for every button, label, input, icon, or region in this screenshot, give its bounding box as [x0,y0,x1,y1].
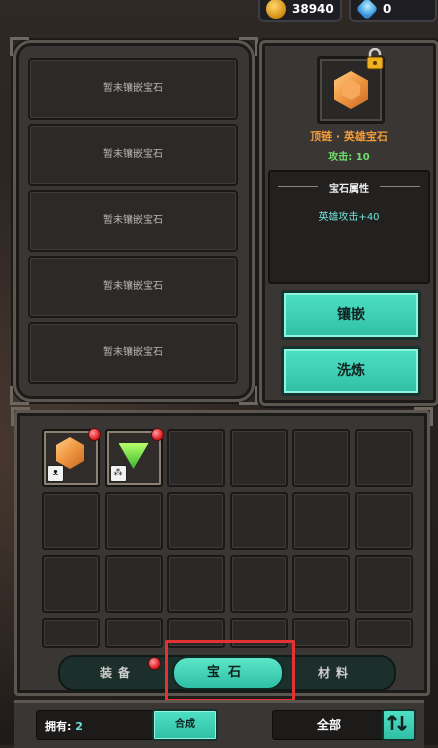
currency-bar: 38940 0 [0,0,438,24]
tab-materials[interactable]: 材料 [296,657,376,689]
inventory-slot[interactable] [42,618,100,648]
gem-stat: 攻击: 10 [328,152,370,163]
hero-badge-icon: ⁂ [109,465,127,482]
attribute-value: 英雄攻击+40 [318,212,380,223]
merge-button[interactable]: 合成 [152,709,218,741]
inventory-slot[interactable] [167,429,225,487]
notification-dot [148,657,161,670]
inventory-slot[interactable] [104,555,163,613]
attribute-title: 宝石属性 [329,184,369,195]
gold-amount: 38940 [292,2,334,16]
socket-label: 暂未镶嵌宝石 [103,83,163,94]
diamond-icon [355,0,379,21]
swap-icon [387,715,407,731]
gem-name: 顶链 · 英雄宝石 [310,130,388,143]
gold-counter[interactable]: 38940 [258,0,342,22]
refine-button[interactable]: 洗炼 [281,346,421,396]
panel-corner [239,386,258,405]
inventory-slot[interactable] [354,429,413,487]
new-item-dot [88,428,101,441]
gem-socket[interactable]: 暂未镶嵌宝石 [28,256,238,318]
gem-socket[interactable]: 暂未镶嵌宝石 [28,190,238,252]
inventory-slot[interactable] [42,492,100,550]
gem-socket[interactable]: 暂未镶嵌宝石 [28,124,238,186]
owned-value: 2 [75,720,83,733]
panel-corner [239,37,258,56]
gem-socket[interactable]: 暂未镶嵌宝石 [28,58,238,120]
inventory-slot[interactable] [354,492,413,550]
tutorial-highlight [165,640,295,702]
lock-icon[interactable] [366,48,384,70]
gem-attribute-box: 宝石属性 英雄攻击+40 [268,170,430,284]
inventory-slot[interactable] [229,555,288,613]
inventory-slot[interactable] [229,429,288,487]
socket-label: 暂未镶嵌宝石 [103,149,163,160]
hero-badge-icon: ᴥ [47,465,64,482]
gem-counter[interactable]: 0 [349,0,437,22]
inventory-slot[interactable]: ᴥ [42,428,101,487]
panel-corner [414,407,433,426]
inventory-slot[interactable] [292,618,350,648]
inventory-slot[interactable] [354,555,413,613]
inventory-slot[interactable] [354,618,413,648]
filter-select[interactable]: 全部 [272,710,386,740]
inventory-slot[interactable] [292,429,350,487]
inventory-slot[interactable] [104,618,163,648]
inventory-slot[interactable] [42,555,100,613]
owned-label: 拥有: 2 [45,718,83,734]
inventory-slot[interactable] [229,492,288,550]
panel-corner [10,386,29,405]
socket-label: 暂未镶嵌宝石 [103,281,163,292]
owned-label-text: 拥有: [45,720,72,733]
filter-toggle-button[interactable] [382,709,416,741]
gem-amount: 0 [383,2,392,16]
inlay-button[interactable]: 镶嵌 [281,290,421,340]
crown-coin-icon [266,0,286,19]
socket-label: 暂未镶嵌宝石 [103,347,163,358]
inventory-slot[interactable] [167,492,225,550]
inventory-slot[interactable] [167,555,225,613]
inventory-slot[interactable] [104,492,163,550]
inventory-slot[interactable] [292,492,350,550]
new-item-dot [150,428,164,441]
inventory-slot[interactable]: ⁂ [104,428,164,487]
panel-corner [11,407,30,426]
orange-hex-gem-icon [334,71,368,109]
panel-corner [10,37,29,56]
inventory-slot[interactable] [292,555,350,613]
socket-label: 暂未镶嵌宝石 [103,215,163,226]
gem-socket[interactable]: 暂未镶嵌宝石 [28,322,238,384]
tab-equipment[interactable]: 装备 [78,657,158,689]
